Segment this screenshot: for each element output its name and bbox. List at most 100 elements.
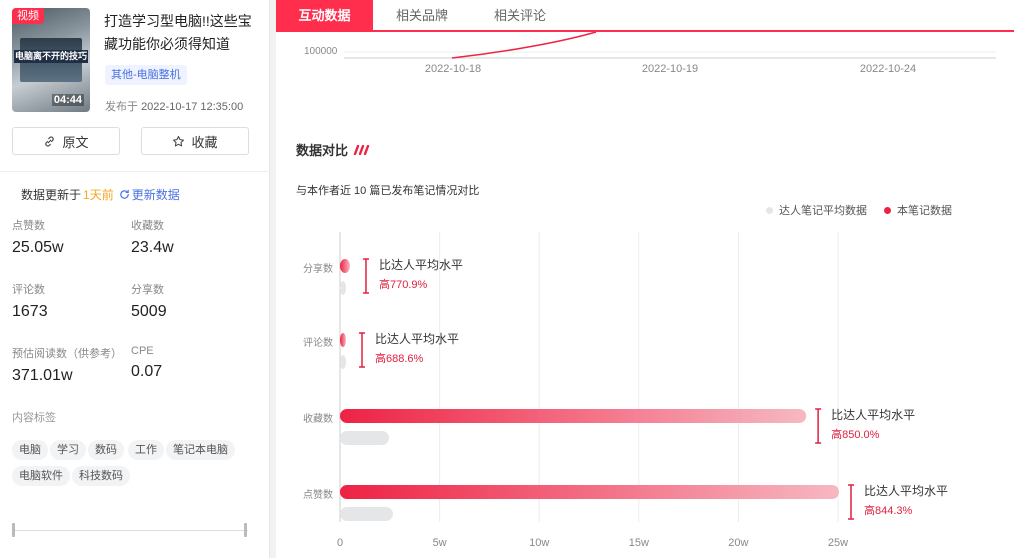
- refresh-label: 更新数据: [131, 188, 180, 202]
- note-bar: [340, 333, 346, 347]
- publish-label: 发布于: [105, 101, 138, 113]
- note-title[interactable]: 打造学习型电脑!!这些宝藏功能你必须得知道: [104, 10, 254, 56]
- stat-label: 评论数: [12, 284, 45, 296]
- annotation-label: 比达人平均水平: [831, 408, 915, 422]
- note-bar: [340, 485, 839, 499]
- stat-value: 0.07: [131, 363, 163, 380]
- stat-likes: 点赞数 25.05w: [12, 217, 122, 257]
- content-tag[interactable]: 科技数码: [72, 466, 130, 486]
- annotation-value: 高850.0%: [831, 427, 880, 441]
- note-bar: [340, 409, 807, 423]
- stat-shares: 分享数 5009: [131, 281, 241, 321]
- legend-avg-label: 达人笔记平均数据: [779, 205, 867, 217]
- tab-related-brands[interactable]: 相关品牌: [380, 0, 464, 32]
- tab-bar: 互动数据 相关品牌 相关评论: [276, 0, 1014, 32]
- compare-title-text: 数据对比: [296, 143, 349, 158]
- stat-estimated-reads: 预估阅读数（供参考） 371.01w: [12, 345, 130, 385]
- content-tag[interactable]: 工作: [128, 440, 164, 460]
- average-bar: [340, 431, 390, 445]
- stat-favorites: 收藏数 23.4w: [131, 217, 241, 257]
- y-category-label: 收藏数: [303, 412, 333, 425]
- x-tick-label: 20w: [728, 537, 748, 549]
- video-duration: 04:44: [51, 94, 84, 106]
- refresh-icon: [120, 189, 129, 199]
- y-category-label: 分享数: [303, 262, 333, 275]
- trend-line: [451, 32, 597, 59]
- stat-value: 25.05w: [12, 239, 64, 256]
- x-tick-label: 5w: [433, 537, 447, 549]
- y-category-label: 点赞数: [303, 488, 333, 501]
- annotation-value: 高844.3%: [864, 503, 913, 517]
- compare-subtitle: 与本作者近 10 篇已发布笔记情况对比: [296, 185, 480, 197]
- stat-label: 分享数: [131, 284, 164, 296]
- stat-label: 点赞数: [12, 220, 45, 232]
- update-prefix: 数据更新于: [21, 188, 82, 202]
- horizontal-scrollbar[interactable]: [0, 520, 270, 542]
- star-icon: [173, 135, 185, 146]
- stat-label: 预估阅读数（供参考）: [12, 348, 122, 360]
- video-badge: 视频: [12, 8, 44, 24]
- comparison-bar-chart: 0 5w 10w 15w 20w 25w分享数 比达人平均水平高770.9%评论数 比达人平均…: [303, 232, 948, 549]
- content-tag[interactable]: 电脑: [12, 440, 48, 460]
- annotation-label: 比达人平均水平: [375, 332, 459, 346]
- stat-value: 5009: [131, 303, 167, 320]
- legend-avg[interactable]: 达人笔记平均数据: [766, 202, 867, 218]
- favorite-button[interactable]: 收藏: [141, 127, 249, 155]
- analytics-panel: 互动数据 相关品牌 相关评论 100000 2022-10-18 2022-10…: [276, 0, 1014, 558]
- stat-value: 23.4w: [131, 239, 174, 256]
- category-badge: 其他-电脑整机: [105, 65, 187, 85]
- stat-value: 1673: [12, 303, 48, 320]
- stat-value: 371.01w: [12, 367, 73, 384]
- trend-y-label: 100000: [304, 46, 338, 57]
- x-tick-label: 25w: [828, 537, 848, 549]
- tab-interaction-data[interactable]: 互动数据: [276, 0, 373, 32]
- thumbnail-caption: 电脑离不开的技巧: [14, 50, 88, 63]
- note-bar: [340, 259, 350, 273]
- trend-chart: [344, 32, 996, 59]
- video-thumbnail[interactable]: 电脑离不开的技巧 视频 04:44: [12, 8, 90, 112]
- content-tag[interactable]: 笔记本电脑: [166, 440, 235, 460]
- legend-note-label: 本笔记数据: [897, 205, 952, 217]
- original-label: 原文: [62, 134, 89, 150]
- scrollbar-handle-right[interactable]: [244, 523, 247, 537]
- x-tick-label: 0: [337, 537, 343, 549]
- note-info-panel: 电脑离不开的技巧 视频 04:44 打造学习型电脑!!这些宝藏功能你必须得知道 …: [0, 0, 270, 558]
- average-bar: [340, 355, 346, 369]
- stat-label: CPE: [131, 345, 154, 357]
- data-update-row: 数据更新于 1天前 更新数据: [21, 186, 180, 203]
- refresh-data-link[interactable]: 更新数据: [119, 186, 180, 203]
- trend-x-label: 2022-10-19: [641, 63, 699, 75]
- trend-x-label: 2022-10-24: [859, 63, 917, 75]
- link-icon: [45, 135, 55, 147]
- favorite-label: 收藏: [191, 134, 218, 150]
- update-ago: 1天前: [83, 188, 114, 202]
- compare-title: 数据对比: [296, 140, 371, 159]
- annotation-value: 高688.6%: [375, 351, 424, 365]
- average-bar: [340, 281, 346, 295]
- legend-dot-note: [884, 206, 891, 214]
- annotation-value: 高770.9%: [379, 277, 428, 291]
- tags-label: 内容标签: [12, 412, 56, 424]
- publish-time: 发布于 2022-10-17 12:35:00: [105, 98, 243, 114]
- legend-dot-avg: [766, 206, 773, 214]
- x-tick-label: 15w: [629, 537, 649, 549]
- stat-cpe: CPE 0.07: [131, 345, 241, 381]
- y-category-label: 评论数: [303, 336, 333, 349]
- x-tick-label: 10w: [529, 537, 549, 549]
- original-link-button[interactable]: 原文: [12, 127, 120, 155]
- trend-x-label: 2022-10-18: [424, 63, 482, 75]
- content-tag[interactable]: 电脑软件: [12, 466, 70, 486]
- annotation-label: 比达人平均水平: [379, 258, 463, 272]
- tab-related-comments[interactable]: 相关评论: [478, 0, 562, 32]
- slash-decor-icon: [353, 144, 370, 155]
- content-tag[interactable]: 数码: [88, 440, 124, 460]
- stat-comments: 评论数 1673: [12, 281, 122, 321]
- stat-label: 收藏数: [131, 220, 164, 232]
- content-tag[interactable]: 学习: [50, 440, 86, 460]
- publish-time-value: 2022-10-17 12:35:00: [141, 101, 244, 113]
- average-bar: [340, 507, 393, 521]
- scrollbar-track: [12, 530, 248, 531]
- legend-note[interactable]: 本笔记数据: [884, 202, 952, 218]
- scrollbar-handle-left[interactable]: [12, 523, 15, 537]
- annotation-label: 比达人平均水平: [864, 484, 948, 498]
